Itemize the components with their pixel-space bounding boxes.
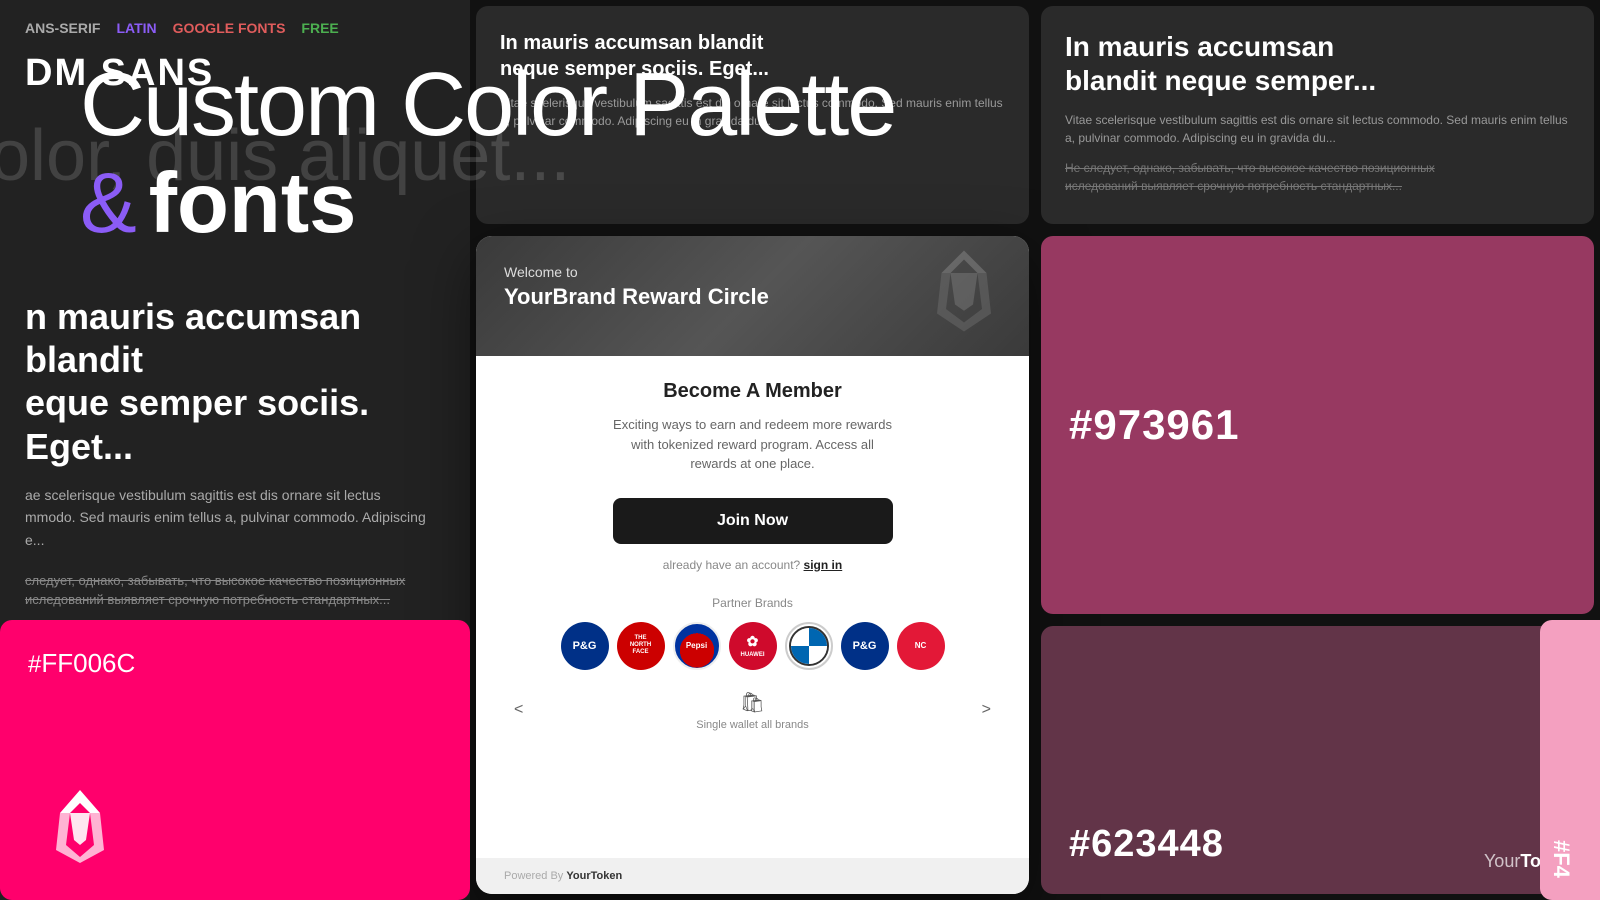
top-right-title: In mauris accumsanblandit neque semper..… [1065,30,1570,97]
join-now-button[interactable]: Join Now [613,498,893,544]
partner-logos: P&G THENORTHFACE Pepsi ✿ HUAWEI [561,622,945,670]
sign-in-link[interactable]: sign in [804,558,843,572]
tag-free: FREE [301,20,338,36]
top-right-body: Vitae scelerisque vestibulum sagittis es… [1065,111,1570,147]
diamond-logo [40,785,120,870]
huawei-logo-inner: ✿ HUAWEI [741,633,765,658]
bg-title: Custom Color Palette [80,60,895,150]
top-right-card: In mauris accumsanblandit neque semper..… [1041,6,1594,224]
ampersand: & [80,155,137,253]
reward-body: Become A Member Exciting ways to earn an… [476,356,1029,858]
tag-google: GOOGLE FONTS [173,20,286,36]
font-heading: n mauris accumsan blanditeque semper soc… [25,295,445,468]
font-tags: ANS-SERIF LATIN GOOGLE FONTS FREE [25,20,445,36]
wallet-prev-arrow[interactable]: < [514,701,523,719]
wallet-nav: < 🛍 Single wallet all brands > [504,690,1001,731]
color-card-1: #973961 [1041,236,1594,614]
page-container: Custom Color Palette & fonts ANS-SERIF L… [0,0,1600,900]
wallet-icon: 🛍 [740,690,765,715]
partner-pepsi: Pepsi [673,622,721,670]
partial-card-right: #F4 [1540,620,1600,900]
wallet-center: 🛍 Single wallet all brands [696,690,809,731]
partner-huawei: ✿ HUAWEI [729,622,777,670]
partner-tnf: THENORTHFACE [617,622,665,670]
tag-latin: LATIN [116,20,156,36]
color-card-2: #623448 YourToken [1041,626,1594,894]
reward-description: Exciting ways to earn and redeem more re… [613,415,893,474]
reward-card: Welcome to YourBrand Reward Circle Becom… [476,236,1029,894]
wallet-next-arrow[interactable]: > [982,701,991,719]
font-strikethrough: следует, однако, забывать, что высокое к… [25,571,445,610]
reward-header: Welcome to YourBrand Reward Circle [476,236,1029,356]
tag-sans: ANS-SERIF [25,20,100,36]
partner-nc: NC [897,622,945,670]
pink-hex: #FF006C [28,648,442,696]
fonts-label: fonts [149,155,357,253]
wallet-label: Single wallet all brands [696,719,809,731]
reward-logo [919,246,1009,341]
top-right-strikethrough: Не следует, однако, забывать, что высоко… [1065,159,1570,195]
partner-label: Partner Brands [712,596,793,610]
powered-by: Powered By YourToken [476,858,1029,894]
pink-card: #FF006C [0,620,470,900]
partner-pg: P&G [561,622,609,670]
sign-in-text: already have an account? sign in [663,558,842,572]
color-hex-1: #973961 [1069,401,1240,449]
reward-section-title: Become A Member [663,380,842,403]
partial-hex-text: #F4 [1548,840,1574,878]
bg-subtitle: & fonts [80,155,356,253]
partner-bmw [785,622,833,670]
color-hex-2: #623448 [1069,823,1224,866]
font-body: ae scelerisque vestibulum sagittis est d… [25,484,445,551]
partner-pg2: P&G [841,622,889,670]
